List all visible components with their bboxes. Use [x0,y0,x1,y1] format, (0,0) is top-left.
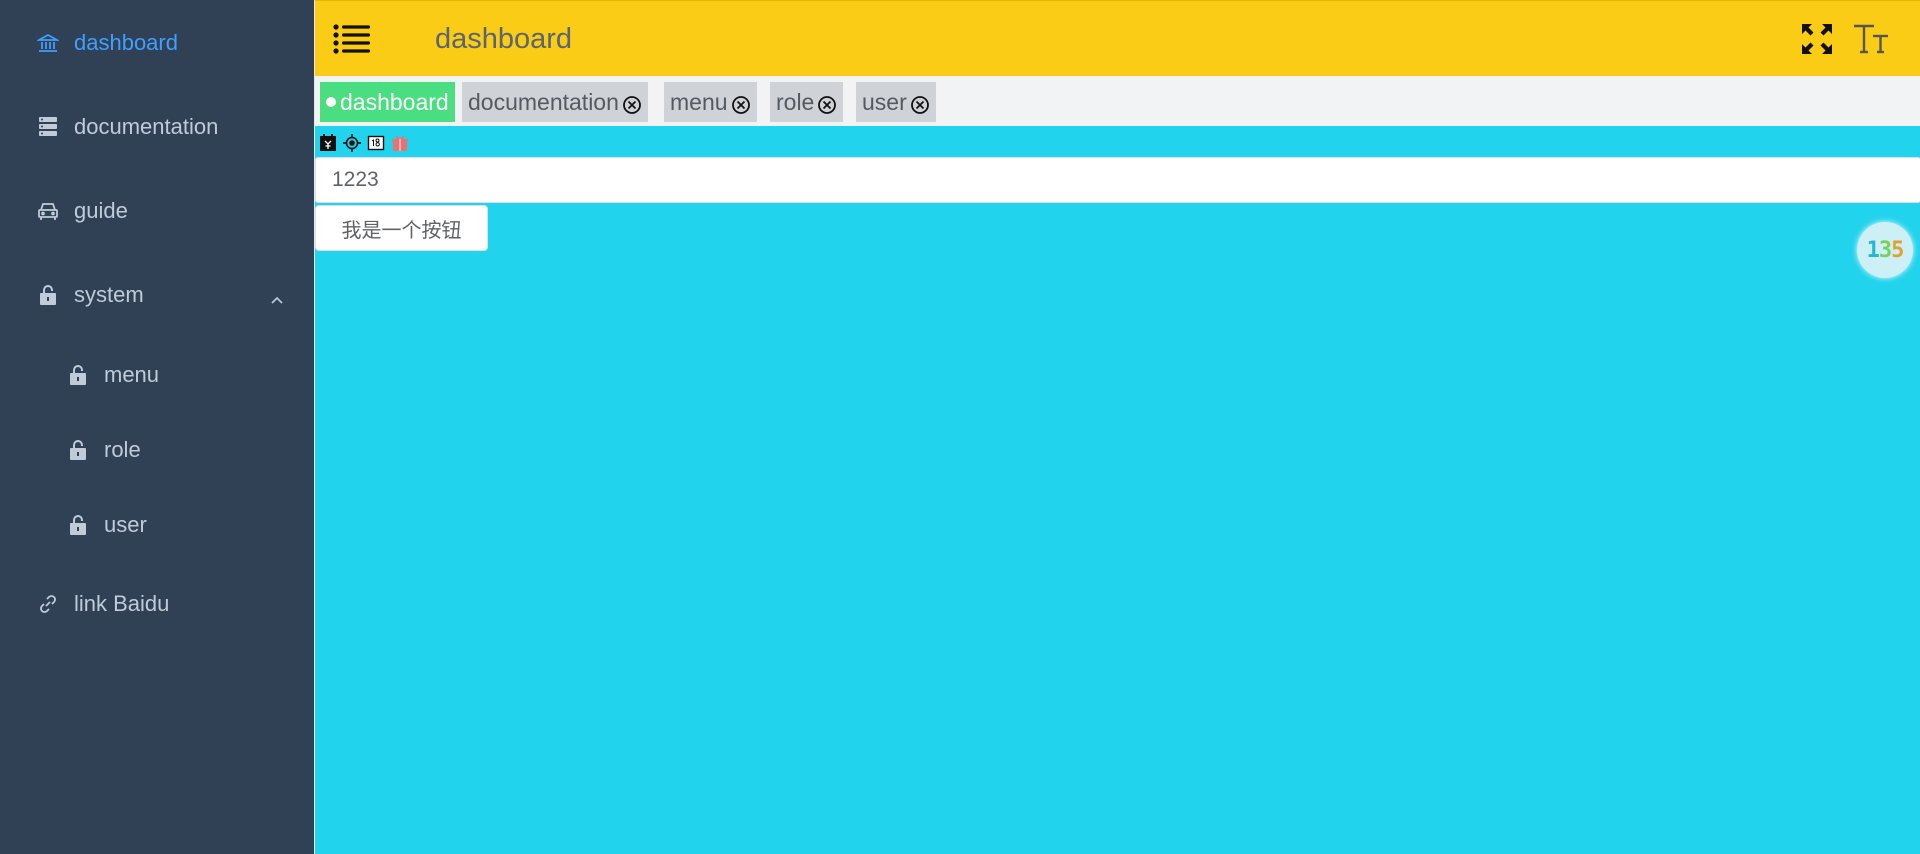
tag-role[interactable]: role [770,82,844,122]
main-content: dashboard dashboard documentation menu r… [314,0,1920,854]
bank-icon [36,31,60,55]
tag-label: role [776,88,815,115]
chevron-up-icon [270,287,284,304]
sidebar-item-user[interactable]: user [0,497,314,553]
active-dot [326,97,336,107]
calendar-yen-icon[interactable] [319,134,337,152]
lock-icon [66,363,90,387]
sidebar-item-link-baidu[interactable]: link Baidu [0,576,314,632]
sidebar-item-label: guide [74,198,128,223]
close-icon[interactable] [817,94,837,114]
tag-label: dashboard [340,88,449,115]
sidebar-item-dashboard[interactable]: dashboard [0,15,314,71]
sidebar-item-label: documentation [74,114,219,139]
sidebar-item-label: dashboard [74,30,178,55]
tag-label: menu [670,88,728,115]
database-icon [36,115,60,139]
sidebar-item-guide[interactable]: guide [0,183,314,239]
tag-user[interactable]: user [856,82,936,122]
link-icon [36,592,60,616]
tag-label: user [862,88,907,115]
badge-digit: 3 [1878,237,1892,263]
text-input[interactable] [315,157,1920,203]
badge-digit: 1 [1866,237,1880,263]
close-icon[interactable] [731,94,751,114]
icon-toolbar [319,134,409,152]
sidebar-item-label: system [74,282,144,307]
crosshair-icon[interactable] [343,134,361,152]
font-size-icon[interactable] [1851,19,1891,59]
close-icon[interactable] [622,94,642,114]
tag-documentation[interactable]: documentation [462,82,648,122]
close-icon[interactable] [910,94,930,114]
sidebar-item-system[interactable]: system [0,267,314,323]
fullscreen-icon[interactable] [1799,21,1835,57]
sidebar-item-menu[interactable]: menu [0,347,314,403]
sidebar-item-label: role [104,437,141,462]
badge-digit: 5 [1891,237,1904,263]
sidebar-item-label: user [104,512,147,537]
sidebar-item-label: link Baidu [74,591,170,616]
sidebar-item-documentation[interactable]: documentation [0,99,314,155]
lock-icon [36,283,60,307]
floating-badge[interactable]: 135 [1857,222,1913,278]
lock-icon [66,513,90,537]
navbar: dashboard [315,0,1920,76]
tags-view: dashboard documentation menu role user [315,76,1920,126]
tag-dashboard[interactable]: dashboard [320,82,455,122]
page-title: dashboard [435,23,573,55]
sidebar-item-label: menu [104,362,160,387]
lock-icon [66,438,90,462]
gift-icon[interactable] [391,134,409,152]
primary-button[interactable]: 我是一个按钮 [315,205,488,251]
date-18-icon[interactable] [367,134,385,152]
tag-menu[interactable]: menu [664,82,757,122]
car-icon [36,199,60,223]
tag-label: documentation [468,88,619,115]
sidebar: dashboard documentation guide system men… [0,0,314,854]
sidebar-item-role[interactable]: role [0,422,314,478]
hamburger-menu-icon[interactable] [333,23,371,57]
